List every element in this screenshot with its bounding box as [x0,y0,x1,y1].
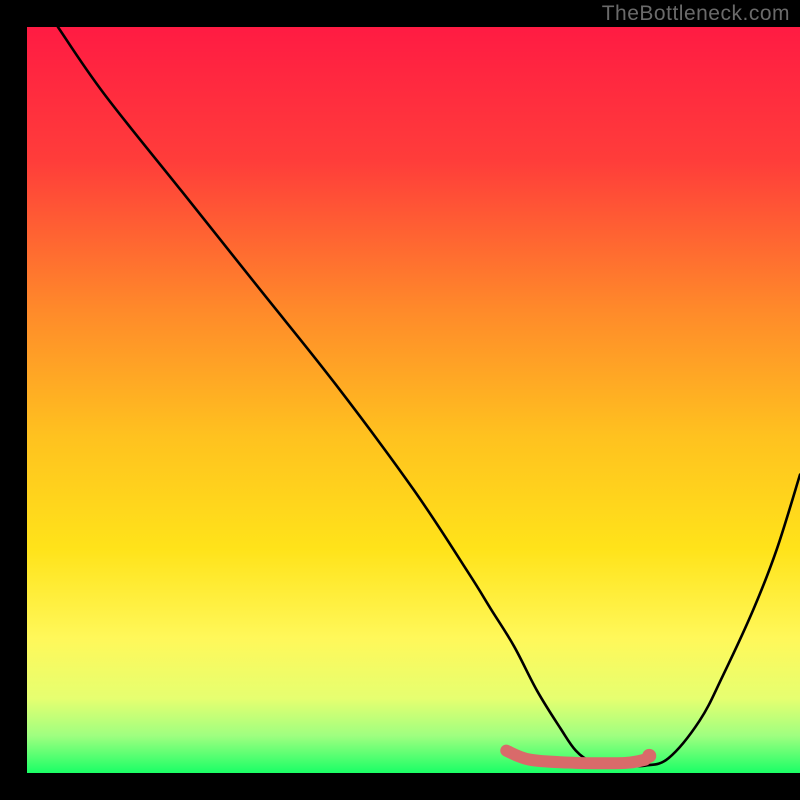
watermark-label: TheBottleneck.com [602,2,790,26]
chart-container: TheBottleneck.com [0,0,800,800]
bottleneck-chart [0,0,800,800]
flat-region-endpoint [642,749,656,763]
plot-background [27,27,800,773]
